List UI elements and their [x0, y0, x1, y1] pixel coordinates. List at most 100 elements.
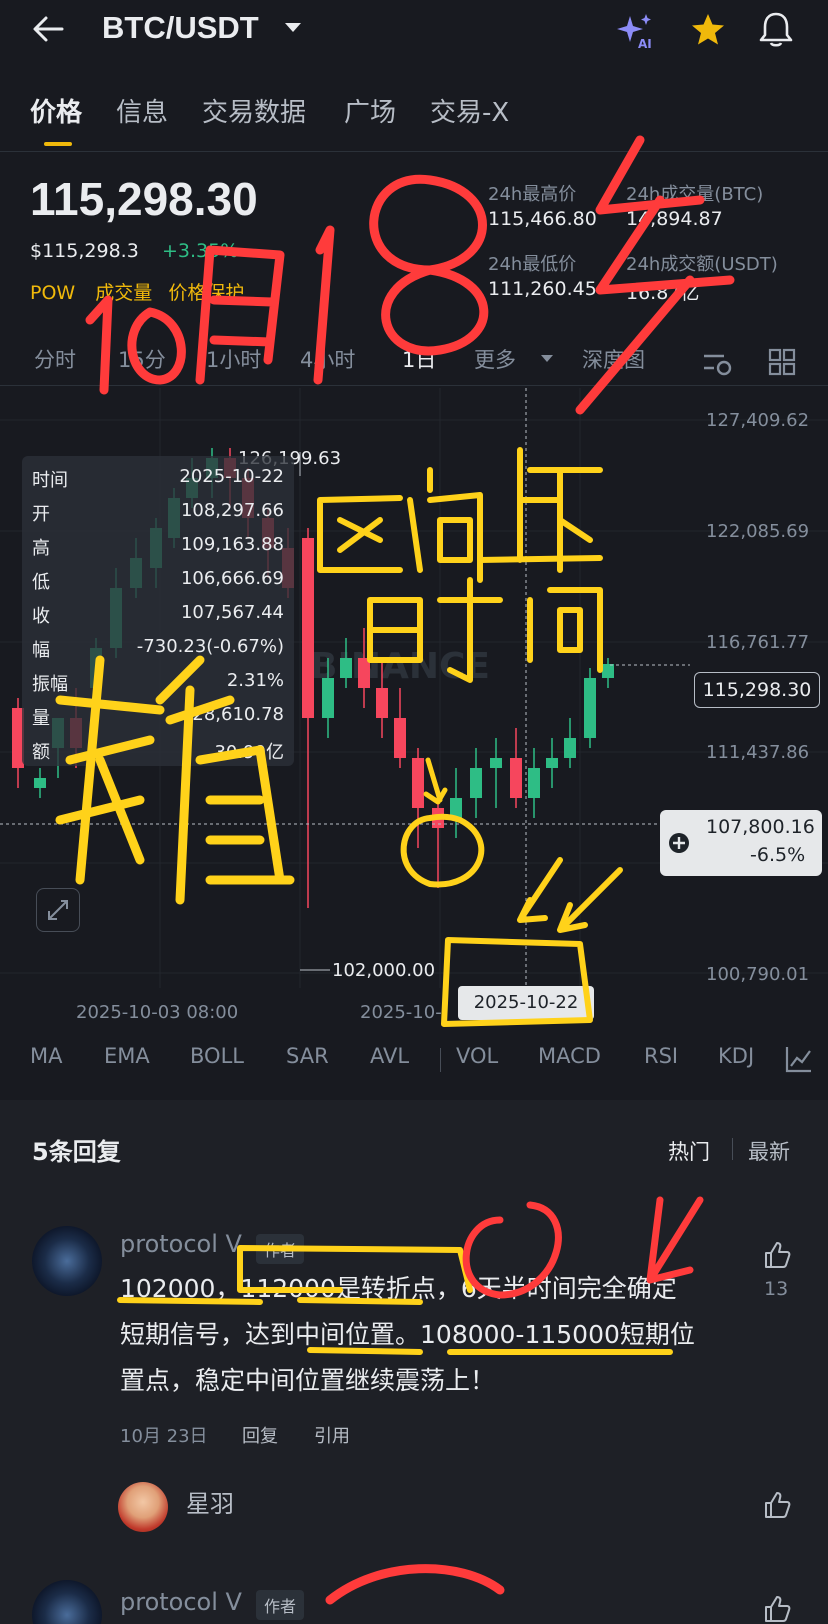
comment-author[interactable]: protocol V [120, 1230, 242, 1258]
vol-usdt-label: 24h成交额(USDT) [626, 254, 778, 275]
interval-depth[interactable]: 深度图 [582, 344, 645, 374]
tooltip-value: 108,297.66 [180, 500, 284, 521]
candle-body [376, 688, 388, 718]
candle-body [546, 758, 558, 768]
current-price-tag: 115,298.30 [694, 672, 820, 708]
avatar[interactable] [118, 1482, 168, 1532]
tooltip-value: 106,666.69 [180, 568, 284, 589]
axis-label: 127,409.62 [706, 410, 810, 431]
reply-button[interactable]: 回复 [242, 1422, 278, 1448]
indicator-kdj[interactable]: KDJ [718, 1044, 754, 1068]
tag-price-protect[interactable]: 价格保护 [168, 282, 244, 304]
grid-layout-icon[interactable] [768, 348, 796, 376]
tab-square[interactable]: 广场 [344, 92, 396, 129]
tooltip-key: 量 [32, 708, 50, 729]
interval-1d[interactable]: 1日 [402, 344, 436, 374]
tooltip-key: 幅 [32, 640, 50, 661]
like-icon[interactable] [762, 1490, 792, 1520]
tag-row: POW 成交量 价格保护 [30, 278, 244, 305]
cross-date-tag: 2025-10-22 [458, 986, 594, 1020]
sort-hot[interactable]: 热门 [668, 1136, 710, 1166]
tooltip-row: 额 30.90亿 [32, 738, 284, 766]
tooltip-row: 量 28,610.78 [32, 704, 284, 732]
quote-button[interactable]: 引用 [314, 1422, 350, 1448]
candle-body [450, 798, 462, 818]
chart-settings-icon[interactable] [702, 348, 734, 376]
tag-volume[interactable]: 成交量 [95, 282, 152, 304]
comments-section: 5条回复 热门 最新 protocol V 作者 102000，112000是转… [0, 1100, 828, 1624]
tooltip-value: 109,163.88 [180, 534, 284, 555]
ai-sparkle-icon[interactable]: AI [616, 12, 660, 50]
bell-icon[interactable] [758, 10, 794, 48]
comment-line: 短期信号，达到中间位置。108000-115000短期位 [120, 1320, 695, 1349]
axis-label: 122,085.69 [706, 521, 810, 542]
tab-trade-x[interactable]: 交易-X [430, 92, 509, 129]
comment-line: 102000，112000是转折点，6天半时间完全确定 [120, 1274, 677, 1303]
pair-title[interactable]: BTC/USDT [102, 10, 259, 46]
like-icon[interactable] [762, 1594, 792, 1624]
tooltip-value: 107,567.44 [180, 602, 284, 623]
like-icon[interactable] [762, 1240, 792, 1270]
tooltip-key: 时间 [32, 470, 68, 491]
tab-price[interactable]: 价格 [30, 92, 82, 129]
tooltip-row: 振幅 2.31% [32, 670, 284, 698]
tab-info[interactable]: 信息 [116, 92, 168, 129]
chevron-down-icon[interactable] [284, 22, 302, 34]
interval-4h[interactable]: 4小时 [300, 344, 355, 374]
tooltip-row: 幅 -730.23(-0.67%) [32, 636, 284, 664]
vol-usdt-value: 16.87亿 [626, 282, 700, 304]
more-chevron-icon[interactable] [540, 354, 554, 364]
tag-pow[interactable]: POW [30, 282, 75, 304]
vol-btc-value: 14,894.87 [626, 208, 723, 230]
candle-body [302, 538, 314, 718]
candle-tooltip: 时间 2025-10-22 开 108,297.66 高 109,163.88 低 10… [22, 456, 294, 766]
tab-bar: 价格 信息 交易数据 广场 交易-X [0, 92, 828, 152]
comment-author[interactable]: protocol V [120, 1588, 242, 1616]
low-marker-label: 102,000.00 [332, 960, 436, 981]
cross-price-tag[interactable]: 107,800.16 -6.5% [660, 810, 822, 876]
tooltip-row: 开 108,297.66 [32, 500, 284, 528]
tooltip-value: 2.31% [226, 670, 284, 691]
indicator-rsi[interactable]: RSI [644, 1044, 678, 1068]
indicator-macd[interactable]: MACD [538, 1044, 601, 1068]
expand-icon [48, 900, 68, 920]
indicator-ema[interactable]: EMA [104, 1044, 150, 1068]
indicator-ma[interactable]: MA [30, 1044, 62, 1068]
candle-body [34, 778, 46, 788]
tooltip-key: 开 [32, 504, 50, 525]
price-change: +3.35% [162, 240, 239, 262]
high-value: 115,466.80 [488, 208, 597, 230]
avatar[interactable] [32, 1226, 102, 1296]
cross-price-pct: -6.5% [750, 844, 806, 866]
star-icon[interactable] [690, 12, 726, 48]
back-arrow-icon[interactable] [32, 14, 66, 44]
interval-more[interactable]: 更多 [474, 344, 516, 374]
candle-body [528, 768, 540, 798]
like-count: 13 [764, 1278, 789, 1300]
sort-latest[interactable]: 最新 [748, 1136, 790, 1166]
interval-1h[interactable]: 1小时 [206, 344, 261, 374]
candle-body [602, 664, 614, 678]
candle-body [432, 808, 444, 828]
tooltip-value: 28,610.78 [192, 704, 284, 725]
fullscreen-button[interactable] [36, 888, 80, 932]
indicator-boll[interactable]: BOLL [190, 1044, 244, 1068]
tooltip-value: 2025-10-22 [179, 466, 284, 487]
indicator-vol[interactable]: VOL [456, 1044, 498, 1068]
indicator-settings-icon[interactable] [784, 1044, 814, 1074]
interval-time-share[interactable]: 分时 [34, 344, 76, 374]
candle-body [412, 758, 424, 808]
author-badge: 作者 [256, 1590, 305, 1620]
candle-body [322, 678, 334, 718]
candle-body [584, 678, 596, 738]
plus-circle-icon[interactable] [668, 832, 690, 854]
indicator-avl[interactable]: AVL [370, 1044, 409, 1068]
indicator-bar: MA EMA BOLL SAR AVL VOL MACD RSI KDJ [0, 1036, 828, 1084]
avatar[interactable] [32, 1580, 102, 1624]
indicator-sar[interactable]: SAR [286, 1044, 329, 1068]
interval-15m[interactable]: 15分 [118, 344, 166, 374]
comment-line: 置点，稳定中间位置继续震荡上！ [120, 1366, 496, 1395]
comment-author[interactable]: 星羽 [186, 1484, 234, 1519]
tab-trade-data[interactable]: 交易数据 [202, 92, 306, 129]
candle-body [470, 768, 482, 798]
